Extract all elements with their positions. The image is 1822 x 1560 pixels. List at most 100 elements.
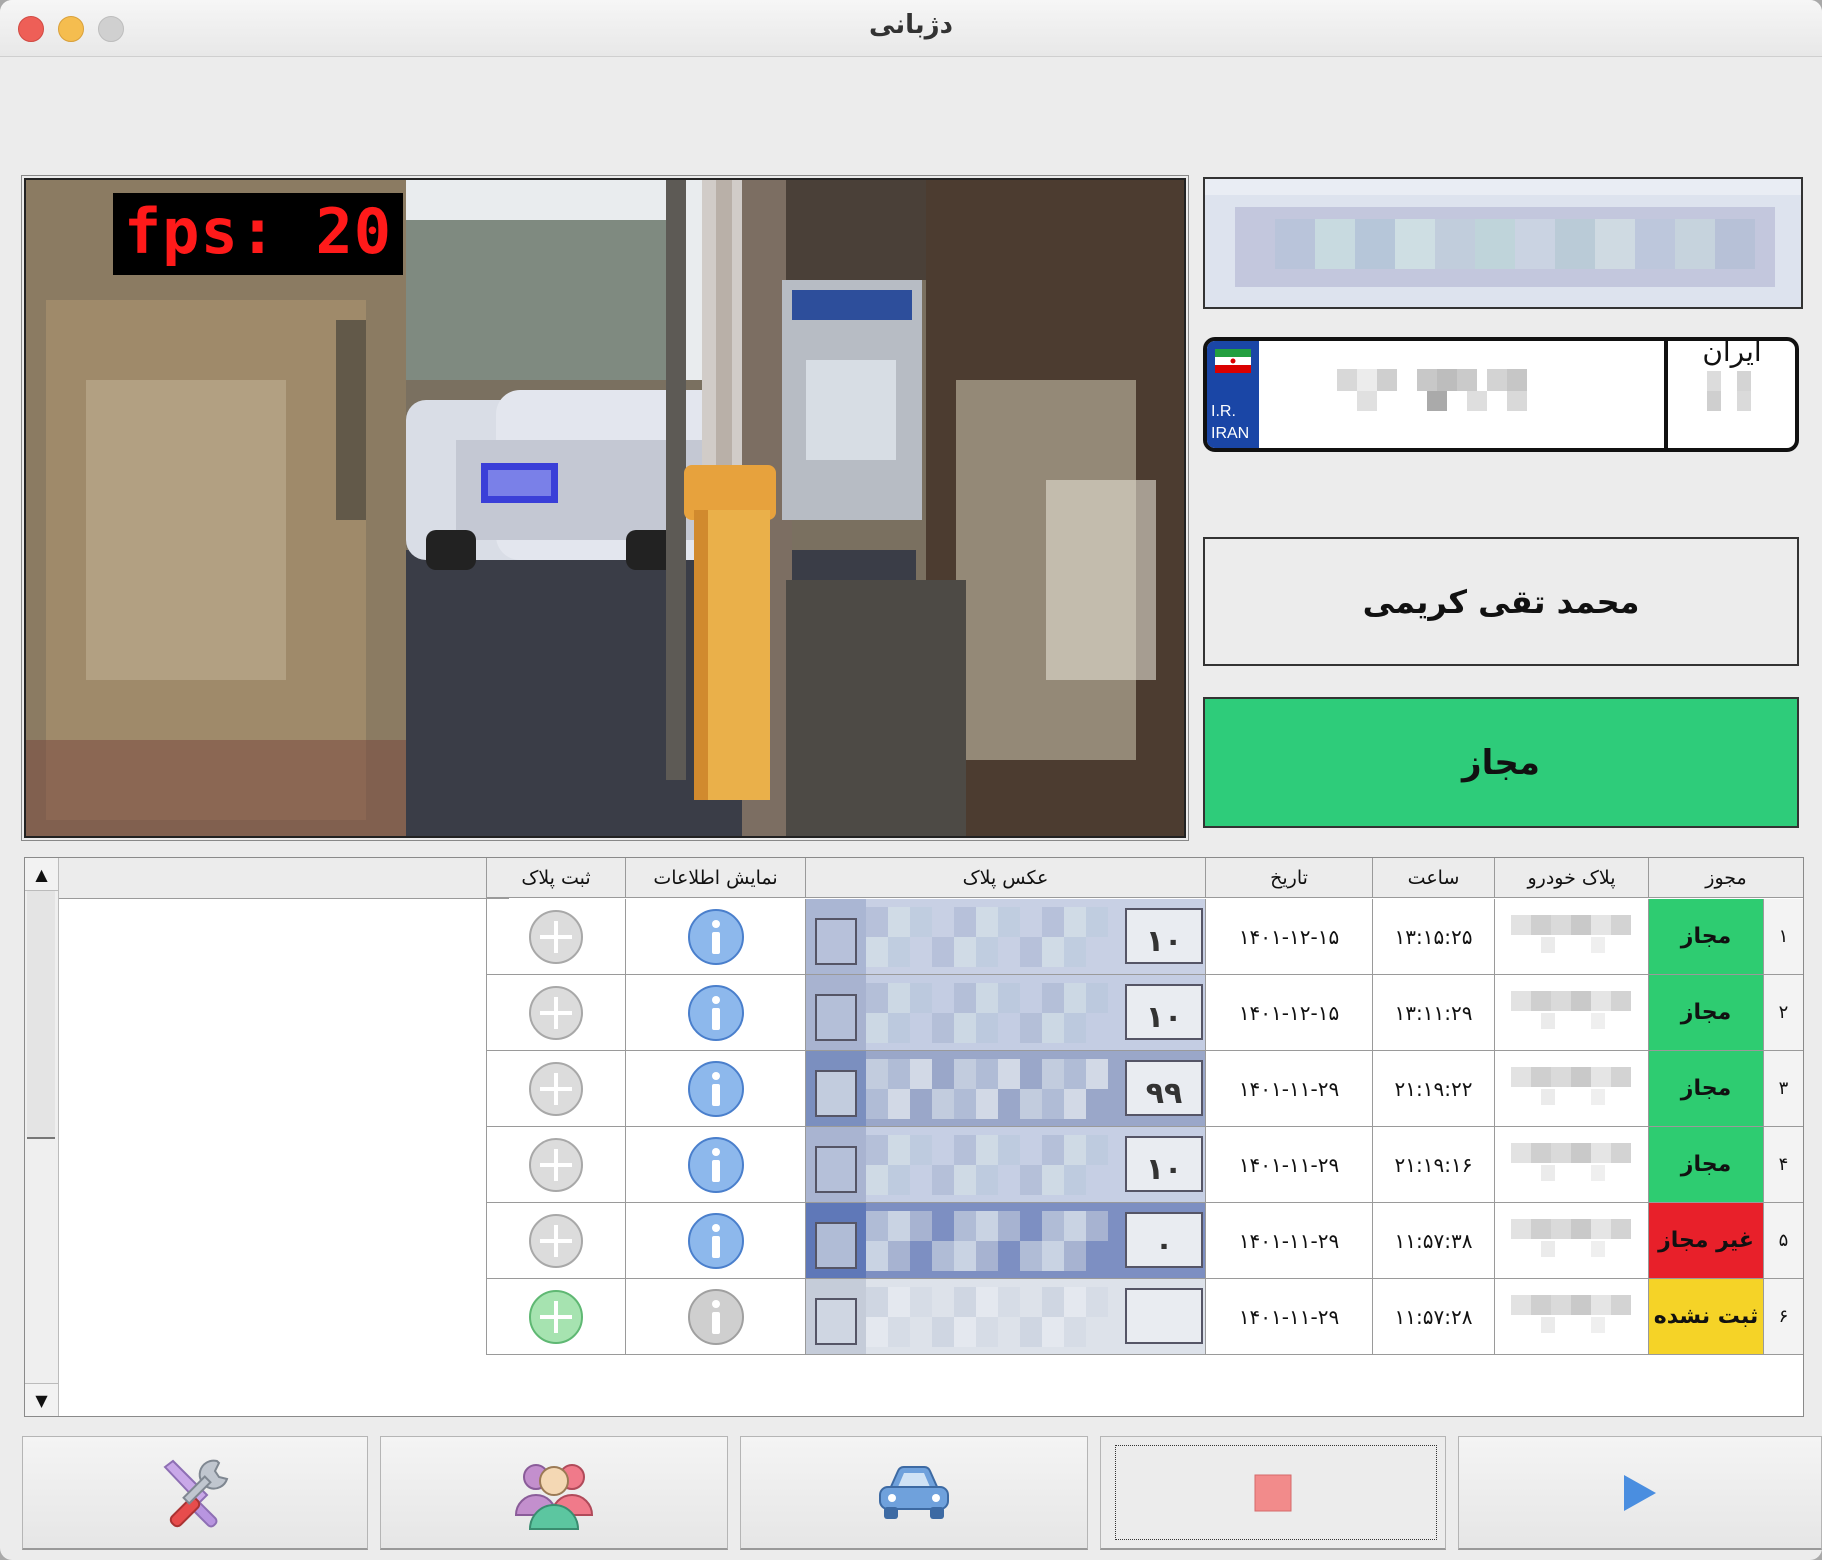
permit-status-cell: مجاز — [1648, 899, 1763, 975]
plate-region-redacted — [1707, 371, 1751, 411]
date-cell: ۱۴۰۱-۱۱-۲۹ — [1205, 1127, 1372, 1203]
owner-name: محمد تقی کریمی — [1362, 582, 1640, 621]
window-title: دژبانی — [869, 10, 953, 40]
plate-number-redacted — [1510, 1066, 1631, 1105]
vertical-scrollbar[interactable]: ▲ ▼ — [25, 858, 59, 1416]
scrollbar-thumb[interactable] — [27, 891, 55, 1139]
plate-ir-label: I.R. — [1211, 403, 1236, 420]
info-icon[interactable] — [687, 1212, 745, 1270]
vehicles-button[interactable] — [740, 1436, 1088, 1550]
plate-graphic: I.R. IRAN ایران — [1203, 337, 1799, 452]
info-icon[interactable] — [687, 1136, 745, 1194]
plate-photo-cell — [805, 1279, 1205, 1355]
info-icon[interactable] — [687, 984, 745, 1042]
info-icon[interactable] — [687, 908, 745, 966]
show-info-cell — [625, 1127, 805, 1203]
plate-photo-image: ۹۹ — [806, 1051, 1205, 1126]
add-plate-disabled-icon[interactable] — [528, 1213, 584, 1269]
camera-feed: fps: 20 — [21, 175, 1189, 841]
plate-photo-digits: ۹۹ — [1146, 1076, 1183, 1111]
add-plate-disabled-icon[interactable] — [528, 1137, 584, 1193]
plate-photo-digits: ۱۰ — [1146, 1000, 1183, 1035]
plate-divider — [1664, 341, 1668, 448]
register-plate-cell — [486, 975, 625, 1051]
plate-photo-image: ۱۰ — [806, 899, 1205, 974]
users-button[interactable] — [380, 1436, 728, 1550]
show-info-cell — [625, 1203, 805, 1279]
add-plate-icon[interactable] — [528, 1289, 584, 1345]
time-cell: ۱۳:۱۵:۲۵ — [1372, 899, 1494, 975]
add-plate-disabled-icon[interactable] — [528, 1061, 584, 1117]
permit-status-cell: مجاز — [1648, 1127, 1763, 1203]
register-plate-cell — [486, 1279, 625, 1355]
iran-flag-icon — [1215, 349, 1251, 373]
header-register-plate[interactable]: ثبت پلاک — [486, 858, 625, 898]
tools-icon — [163, 1459, 229, 1527]
row-index-cell: ۳ — [1763, 1051, 1803, 1127]
plate-photo-cell: ۹۹ — [805, 1051, 1205, 1127]
plate-number-cell — [1494, 1051, 1648, 1127]
plate-number-cell — [1494, 1279, 1648, 1355]
plate-photo-image — [806, 1279, 1205, 1354]
plate-photo-cell: ۱۰ — [805, 899, 1205, 975]
permit-status-cell: مجاز — [1648, 975, 1763, 1051]
info-disabled-icon[interactable] — [687, 1288, 745, 1346]
plate-photo-image: ۰ — [806, 1203, 1205, 1278]
plate-iran-label: IRAN — [1211, 425, 1250, 442]
row-index-cell: ۲ — [1763, 975, 1803, 1051]
add-plate-disabled-icon[interactable] — [528, 985, 584, 1041]
play-icon — [1624, 1474, 1656, 1511]
bottom-toolbar — [0, 1432, 1822, 1560]
row-index-cell: ۵ — [1763, 1203, 1803, 1279]
plate-number-redacted — [1510, 990, 1631, 1029]
plate-number-redacted — [1510, 1294, 1631, 1333]
date-cell: ۱۴۰۱-۱۱-۲۹ — [1205, 1051, 1372, 1127]
access-status-box: مجاز — [1203, 697, 1799, 828]
header-time[interactable]: ساعت — [1372, 858, 1494, 898]
plate-photo-image: ۱۰ — [806, 975, 1205, 1050]
owner-name-box: محمد تقی کریمی — [1203, 537, 1799, 666]
register-plate-cell — [486, 1051, 625, 1127]
permit-status-cell: مجاز — [1648, 1051, 1763, 1127]
plate-crop-image — [1203, 177, 1803, 309]
plate-photo-cell: ۱۰ — [805, 1127, 1205, 1203]
time-cell: ۱۱:۵۷:۲۸ — [1372, 1279, 1494, 1355]
add-plate-disabled-icon[interactable] — [528, 909, 584, 965]
date-cell: ۱۴۰۱-۱۱-۲۹ — [1205, 1203, 1372, 1279]
date-cell: ۱۴۰۱-۱۱-۲۹ — [1205, 1279, 1372, 1355]
time-cell: ۱۳:۱۱:۲۹ — [1372, 975, 1494, 1051]
stop-button[interactable] — [1100, 1436, 1446, 1550]
scroll-down-icon[interactable]: ▼ — [25, 1383, 58, 1416]
row-index-cell: ۴ — [1763, 1127, 1803, 1203]
register-plate-cell — [486, 1203, 625, 1279]
users-icon — [514, 1463, 594, 1530]
header-permit[interactable]: مجوز — [1648, 858, 1803, 898]
camera-frame-image — [26, 180, 1184, 836]
header-date[interactable]: تاریخ — [1205, 858, 1372, 898]
permit-status-cell: ثبت نشده — [1648, 1279, 1763, 1355]
header-plate-photo[interactable]: عکس پلاک — [805, 858, 1205, 898]
show-info-cell — [625, 1051, 805, 1127]
date-cell: ۱۴۰۱-۱۲-۱۵ — [1205, 899, 1372, 975]
plate-crop-pixels — [1205, 179, 1801, 307]
plate-photo-cell: ۱۰ — [805, 975, 1205, 1051]
plate-number-cell — [1494, 1203, 1648, 1279]
header-plate[interactable]: پلاک خودرو — [1494, 858, 1648, 898]
plate-number-redacted — [1510, 1218, 1631, 1257]
plate-number-cell — [1494, 899, 1648, 975]
date-cell: ۱۴۰۱-۱۲-۱۵ — [1205, 975, 1372, 1051]
play-button[interactable] — [1458, 1436, 1822, 1550]
plate-photo-cell: ۰ — [805, 1203, 1205, 1279]
plate-number-cell — [1494, 975, 1648, 1051]
info-icon[interactable] — [687, 1060, 745, 1118]
scroll-up-icon[interactable]: ▲ — [25, 858, 58, 891]
header-show-info[interactable]: نمایش اطلاعات — [625, 858, 805, 898]
title-bar: دژبانی — [0, 0, 1822, 57]
row-index-cell: ۱ — [1763, 899, 1803, 975]
show-info-cell — [625, 1279, 805, 1355]
plate-country-text: ایران — [1702, 337, 1762, 368]
car-icon — [879, 1465, 949, 1519]
plate-number-redacted — [1510, 1142, 1631, 1181]
settings-button[interactable] — [22, 1436, 368, 1550]
header-filler — [59, 858, 509, 899]
